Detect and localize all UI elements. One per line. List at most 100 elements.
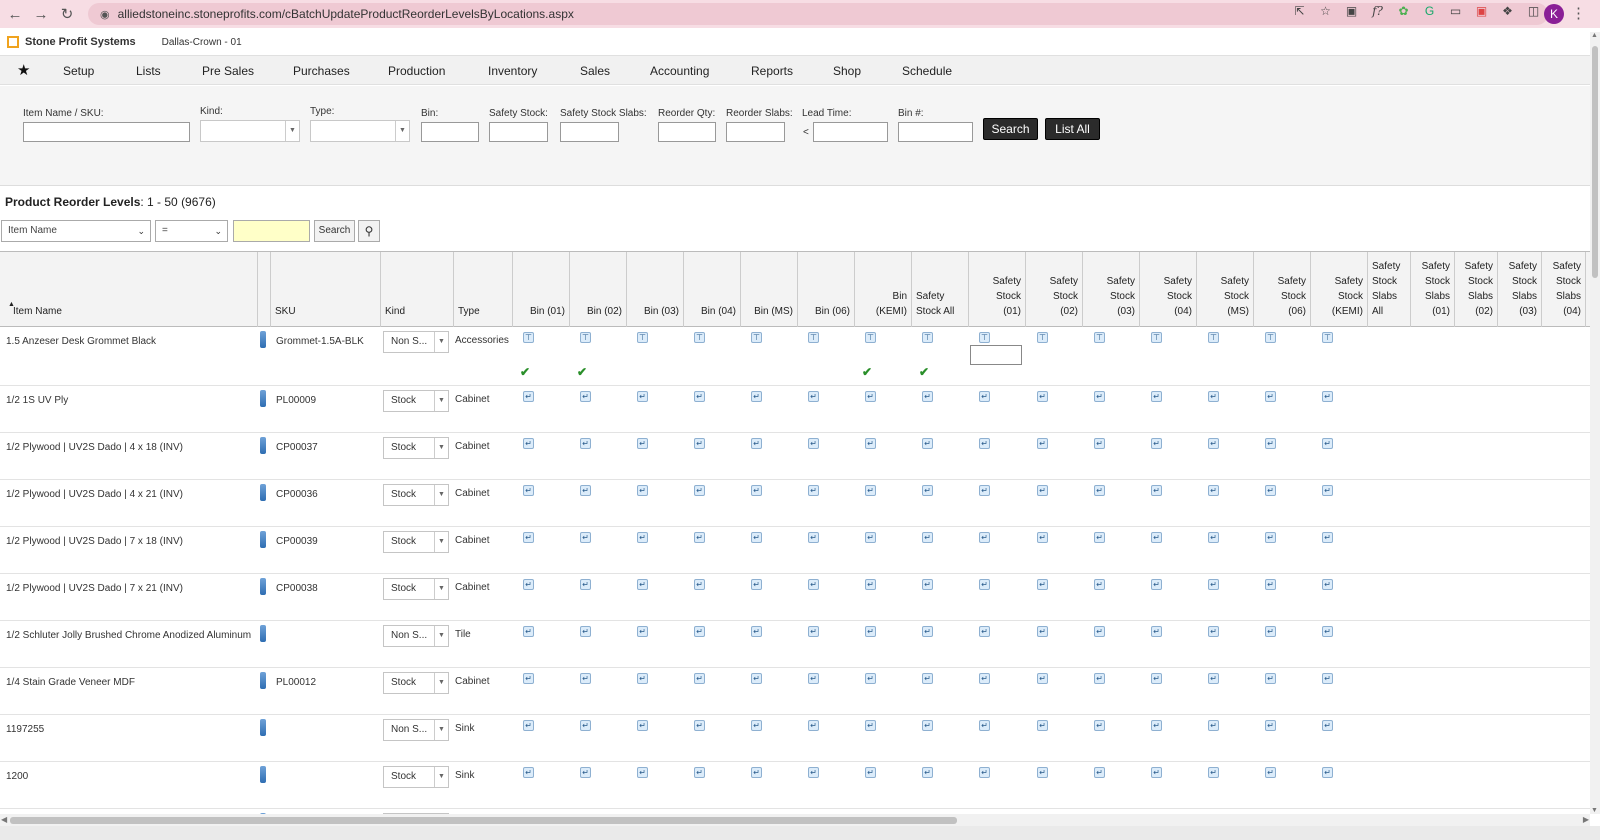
copy-down-icon[interactable]: ↵	[865, 767, 876, 778]
copy-down-icon[interactable]: ↵	[751, 532, 762, 543]
copy-down-icon[interactable]: ↵	[1265, 767, 1276, 778]
copy-down-icon[interactable]: ↵	[694, 767, 705, 778]
copy-down-icon[interactable]: ↵	[637, 579, 648, 590]
column-header-safety-stock-03[interactable]: Safety Stock (03)	[1083, 252, 1140, 327]
copy-down-icon[interactable]: ↵	[637, 626, 648, 637]
copy-down-icon[interactable]: ↵	[1094, 485, 1105, 496]
copy-down-icon[interactable]: ↵	[865, 673, 876, 684]
copy-down-icon[interactable]: ↵	[580, 673, 591, 684]
copy-down-icon[interactable]: ↵	[694, 720, 705, 731]
horizontal-scrollbar[interactable]: ◀ ▶	[0, 814, 1590, 826]
column-header-safety-stock-02[interactable]: Safety Stock (02)	[1026, 252, 1083, 327]
column-header-sku[interactable]: SKU	[271, 252, 381, 327]
copy-down-icon[interactable]: ↵	[523, 532, 534, 543]
edit-pencil-icon[interactable]	[260, 719, 266, 736]
grammarly-icon[interactable]: G	[1421, 3, 1438, 20]
edit-pencil-icon[interactable]	[260, 531, 266, 548]
column-header-bin-02[interactable]: Bin (02)	[570, 252, 627, 327]
copy-down-icon[interactable]: ↵	[808, 626, 819, 637]
edit-pencil-icon[interactable]	[260, 484, 266, 501]
column-header-safety-stock-slabs-04[interactable]: Safety Stock Slabs (04)	[1542, 252, 1586, 327]
copy-down-icon[interactable]: ↵	[1037, 391, 1048, 402]
copy-down-icon[interactable]: ↵	[922, 485, 933, 496]
copy-down-icon[interactable]: ↵	[1037, 532, 1048, 543]
copy-down-icon[interactable]: ↵	[694, 626, 705, 637]
sidebar-icon[interactable]: ◫	[1525, 3, 1542, 20]
scroll-right-icon[interactable]: ▶	[1583, 815, 1589, 824]
edit-field-icon[interactable]: ⊤	[751, 332, 762, 343]
type-select[interactable]: ▼	[310, 120, 410, 142]
copy-down-icon[interactable]: ↵	[979, 767, 990, 778]
copy-down-icon[interactable]: ↵	[751, 767, 762, 778]
copy-down-icon[interactable]: ↵	[523, 579, 534, 590]
quick-filter-operator-select[interactable]: = ⌄	[155, 220, 228, 242]
copy-down-icon[interactable]: ↵	[523, 720, 534, 731]
copy-down-icon[interactable]: ↵	[1208, 438, 1219, 449]
kind-select[interactable]: Stock ▼	[383, 390, 449, 412]
edit-pencil-icon[interactable]	[260, 331, 266, 348]
copy-down-icon[interactable]: ↵	[1208, 767, 1219, 778]
kind-select[interactable]: Non S... ▼	[383, 719, 449, 741]
menu-inventory[interactable]: Inventory	[488, 64, 537, 78]
copy-down-icon[interactable]: ↵	[1265, 532, 1276, 543]
copy-down-icon[interactable]: ↵	[751, 673, 762, 684]
column-header-safety-stock-slabs-all[interactable]: Safety Stock Slabs All	[1368, 252, 1411, 327]
edit-field-icon[interactable]: ⊤	[922, 332, 933, 343]
copy-down-icon[interactable]: ↵	[1094, 720, 1105, 731]
kind-select[interactable]: Stock ▼	[383, 437, 449, 459]
kind-select[interactable]: Stock ▼	[383, 578, 449, 600]
copy-down-icon[interactable]: ↵	[1151, 438, 1162, 449]
share-icon[interactable]: ⇱	[1291, 3, 1308, 20]
column-header-type[interactable]: Type	[454, 252, 513, 327]
column-header-safety-stock-kemi[interactable]: Safety Stock (KEMI)	[1311, 252, 1368, 327]
copy-down-icon[interactable]: ↵	[1208, 391, 1219, 402]
copy-down-icon[interactable]: ↵	[637, 720, 648, 731]
cast-icon[interactable]: ▭	[1447, 3, 1464, 20]
copy-down-icon[interactable]: ↵	[694, 485, 705, 496]
scroll-left-icon[interactable]: ◀	[1, 815, 7, 824]
copy-down-icon[interactable]: ↵	[922, 438, 933, 449]
copy-down-icon[interactable]: ↵	[1094, 673, 1105, 684]
kind-select[interactable]: Stock ▼	[383, 672, 449, 694]
copy-down-icon[interactable]: ↵	[1037, 767, 1048, 778]
reorder-slabs-input[interactable]	[726, 122, 785, 142]
edit-field-icon[interactable]: ⊤	[808, 332, 819, 343]
copy-down-icon[interactable]: ↵	[694, 579, 705, 590]
copy-down-icon[interactable]: ↵	[751, 720, 762, 731]
copy-down-icon[interactable]: ↵	[1037, 579, 1048, 590]
extensions-icon[interactable]: ❖	[1499, 3, 1516, 20]
location-label[interactable]: Dallas-Crown - 01	[162, 37, 242, 48]
copy-down-icon[interactable]: ↵	[1037, 485, 1048, 496]
copy-down-icon[interactable]: ↵	[1037, 438, 1048, 449]
menu-purchases[interactable]: Purchases	[293, 64, 350, 78]
copy-down-icon[interactable]: ↵	[1151, 579, 1162, 590]
edit-field-icon[interactable]: ⊤	[865, 332, 876, 343]
copy-down-icon[interactable]: ↵	[865, 485, 876, 496]
menu-reports[interactable]: Reports	[751, 64, 793, 78]
edit-pencil-icon[interactable]	[260, 437, 266, 454]
copy-down-icon[interactable]: ↵	[1265, 391, 1276, 402]
column-header-kind[interactable]: Kind	[381, 252, 454, 327]
pin-icon[interactable]: ✿	[1395, 3, 1412, 20]
copy-down-icon[interactable]: ↵	[1151, 532, 1162, 543]
edit-field-icon[interactable]: ⊤	[1322, 332, 1333, 343]
lead-time-input[interactable]	[813, 122, 888, 142]
edit-pencil-icon[interactable]	[260, 672, 266, 689]
vertical-scrollbar[interactable]: ▲ ▼	[1590, 32, 1600, 814]
copy-down-icon[interactable]: ↵	[751, 626, 762, 637]
copy-down-icon[interactable]: ↵	[1265, 626, 1276, 637]
menu-accounting[interactable]: Accounting	[650, 64, 709, 78]
copy-down-icon[interactable]: ↵	[1322, 673, 1333, 684]
copy-down-icon[interactable]: ↵	[580, 767, 591, 778]
copy-down-icon[interactable]: ↵	[1322, 579, 1333, 590]
quick-filter-value-input[interactable]	[233, 220, 310, 242]
reload-icon[interactable]: ↻	[56, 3, 78, 25]
copy-down-icon[interactable]: ↵	[1094, 767, 1105, 778]
copy-down-icon[interactable]: ↵	[922, 391, 933, 402]
copy-down-icon[interactable]: ↵	[865, 720, 876, 731]
copy-down-icon[interactable]: ↵	[922, 767, 933, 778]
edit-field-icon[interactable]: ⊤	[1094, 332, 1105, 343]
copy-down-icon[interactable]: ↵	[637, 767, 648, 778]
copy-down-icon[interactable]: ↵	[1265, 485, 1276, 496]
column-header-bin-ms[interactable]: Bin (MS)	[741, 252, 798, 327]
